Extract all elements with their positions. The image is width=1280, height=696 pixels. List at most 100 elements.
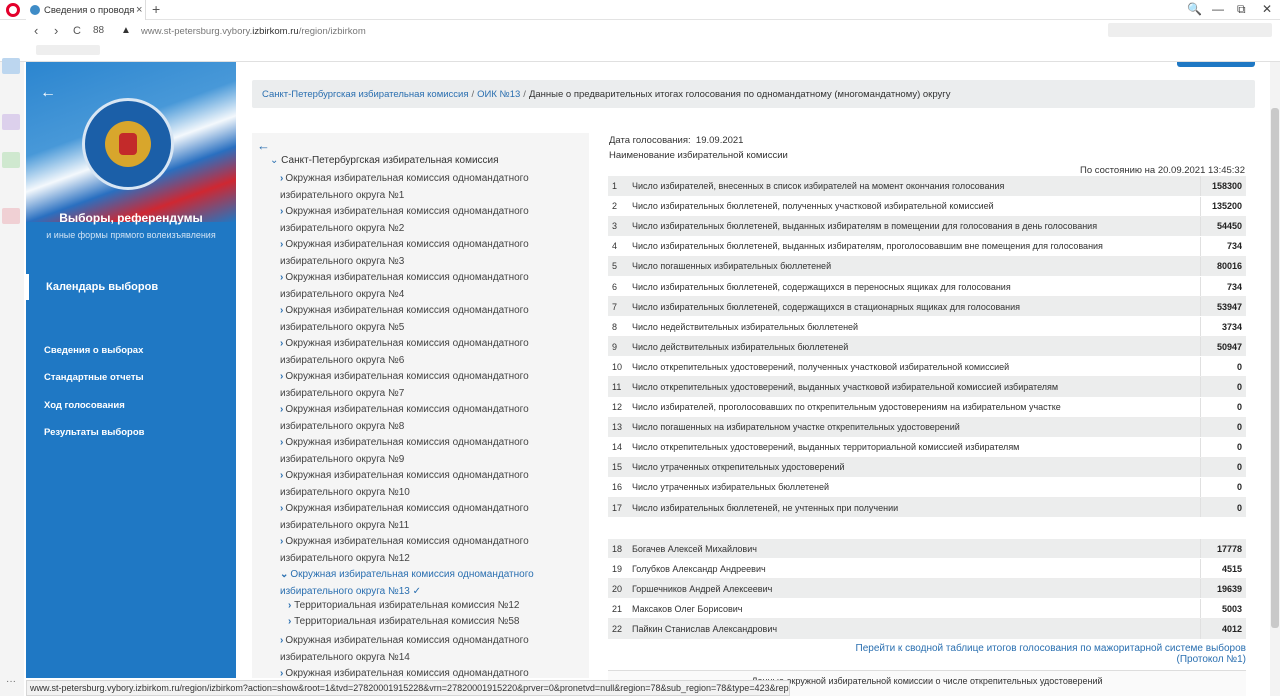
breadcrumb-separator: / [471,89,475,100]
row-label: Число открепительных удостоверений, выда… [628,437,1200,458]
tree-item-district[interactable]: › Окружная избирательная комиссия одноман… [280,171,580,204]
chevron-right-icon: › [280,635,284,646]
tree-item-district[interactable]: › Окружная избирательная комиссия одноман… [280,402,580,435]
row-number: 14 [608,437,628,458]
nav-standard-reports[interactable]: Стандартные отчеты [44,372,144,383]
row-label: Горшечников Андрей Алексеевич [628,578,1200,600]
row-value: 0 [1199,457,1246,478]
tree-item-prefix: Окружная избирательная комиссия одноманд… [285,503,529,514]
browser-tab-bar: Сведения о проводящихс × + 🔍 — ⧉ ✕ [0,0,1280,20]
row-value: 3734 [1199,316,1246,338]
row-value: 734 [1199,276,1246,298]
tree-item-district-label: избирательного округа №4 [280,288,405,300]
breadcrumb-spb-commission[interactable]: Санкт-Петербургская избирательная комисс… [262,89,469,100]
row-label: Максаков Олег Борисович [628,598,1200,620]
top-action-button[interactable] [1177,62,1255,67]
tree-item-district[interactable]: › Окружная избирательная комиссия одноман… [280,303,580,336]
tree-item-prefix: Окружная избирательная комиссия одноманд… [285,668,529,678]
tree-back-icon[interactable]: ← [257,138,270,153]
blurred-extension-area [1108,23,1272,37]
chevron-right-icon: › [280,503,284,514]
tree-item-district[interactable]: › Окружная избирательная комиссия одноман… [280,369,580,402]
table-row: 12 Число избирателей, проголосовавших по … [608,397,1246,418]
table-row: 15 Число утраченных открепительных удосто… [608,457,1246,478]
row-label: Число избирательных бюллетеней, выданных… [628,216,1200,237]
tree-item-district[interactable]: › Окружная избирательная комиссия одноман… [280,204,580,237]
tree-root[interactable]: ⌄ Санкт-Петербургская избирательная коми… [270,155,499,166]
tree-item-district[interactable]: › Окружная избирательная комиссия одноман… [280,468,580,501]
tab-close-icon[interactable]: × [136,4,142,16]
chevron-right-icon: › [280,437,284,448]
new-tab-button[interactable]: + [152,1,160,17]
tree-item-prefix: Окружная избирательная комиссия одноманд… [285,371,529,382]
table-row: 1 Число избирателей, внесенных в список и… [608,176,1246,197]
row-number: 21 [608,598,628,620]
row-label: Число утраченных открепительных удостове… [628,457,1200,478]
row-number: 19 [608,558,628,580]
opera-logo-icon[interactable] [6,3,20,17]
chevron-right-icon: › [280,272,284,283]
back-button[interactable]: ‹ [34,23,38,38]
close-window-button[interactable]: ✕ [1262,2,1272,16]
table-row: 18 Богачев Алексей Михайлович 17778 [608,538,1246,560]
tree-item-prefix: Окружная избирательная комиссия одноманд… [285,437,529,448]
back-arrow-icon[interactable]: ← [40,84,56,102]
row-value: 50947 [1199,336,1246,358]
nav-calendar-link[interactable]: Календарь выборов [26,274,236,300]
chevron-right-icon: › [280,338,284,349]
minimize-button[interactable]: — [1212,2,1224,16]
breadcrumb-oik13[interactable]: ОИК №13 [477,89,520,100]
tree-item-district[interactable]: ⌄ Окружная избирательная комиссия одноман… [280,567,580,600]
table-row: 10 Число открепительных удостоверений, по… [608,356,1246,378]
check-icon: ✓ [412,585,422,597]
tree-item-district[interactable]: › Окружная избирательная комиссия одноман… [280,435,580,468]
warning-icon[interactable]: ▲ [121,25,131,36]
browser-tab[interactable]: Сведения о проводящихс × [26,0,146,20]
table-spacer [608,517,1246,540]
chevron-right-icon: › [288,600,292,611]
nav-elections-info[interactable]: Сведения о выборах [44,345,143,356]
nav-voting-progress[interactable]: Ход голосования [44,400,125,411]
tree-item-district[interactable]: › Окружная избирательная комиссия одноман… [280,501,580,534]
url-field[interactable]: www.st-petersburg.vybory.izbirkom.ru/reg… [141,26,366,37]
row-label: Число избирателей, проголосовавших по от… [628,397,1200,418]
tree-item-district-label: избирательного округа №11 [280,519,410,531]
breadcrumb-separator: / [523,89,526,100]
tree-subitem-tik[interactable]: › Территориальная избирательная комиссия… [288,600,519,611]
row-value: 80016 [1199,256,1246,277]
reload-button[interactable]: C [73,25,81,37]
sidebar-app-icon[interactable] [2,114,20,130]
row-value: 54450 [1199,216,1246,237]
row-number: 13 [608,417,628,438]
tree-item-prefix: Окружная избирательная комиссия одноманд… [285,536,529,547]
search-icon[interactable]: 🔍 [1187,2,1202,16]
scrollbar-thumb[interactable] [1271,108,1279,628]
sidebar-menu-icon[interactable]: ··· [6,676,16,687]
forward-button[interactable]: › [54,23,58,38]
sidebar-messenger-icon[interactable] [2,58,20,74]
tree-item-district[interactable]: › Окружная избирательная комиссия одноман… [280,336,580,369]
table-row: 7 Число избирательных бюллетеней, содержа… [608,296,1246,318]
restore-button[interactable]: ⧉ [1237,2,1246,17]
row-label: Число избирательных бюллетеней, содержащ… [628,296,1200,318]
sidebar-app-icon[interactable] [2,152,20,168]
nav-results[interactable]: Результаты выборов [44,427,144,438]
table-row: 20 Горшечников Андрей Алексеевич 19639 [608,578,1246,600]
emblem-eagle [105,121,151,167]
tree-item-prefix: Окружная избирательная комиссия одноманд… [285,206,529,217]
tree-subitem-tik[interactable]: › Территориальная избирательная комиссия… [288,616,519,627]
speed-dial-icon[interactable]: 88 [93,25,104,36]
tree-item-district[interactable]: › Окружная избирательная комиссия одноман… [280,237,580,270]
tree-item-district[interactable]: › Окружная избирательная комиссия одноман… [280,534,580,567]
table-row: 11 Число открепительных удостоверений, вы… [608,376,1246,398]
table-row: 22 Пайкин Станислав Александрович 4012 [608,618,1246,640]
cik-emblem-icon [82,98,174,190]
sidebar-app-icon[interactable] [2,208,20,224]
table-spacer-cell [608,517,1246,540]
breadcrumb-current: Данные о предварительных итогах голосова… [528,89,951,100]
tree-item-district[interactable]: › Окружная избирательная комиссия одноман… [280,270,580,303]
protocol-link[interactable]: Перейти к сводной таблице итогов голосов… [836,643,1246,665]
tree-item-district[interactable]: › Окружная избирательная комиссия одноман… [280,666,580,678]
tab-title: Сведения о проводящихс [44,4,134,16]
tree-item-district[interactable]: › Окружная избирательная комиссия одноман… [280,633,580,666]
